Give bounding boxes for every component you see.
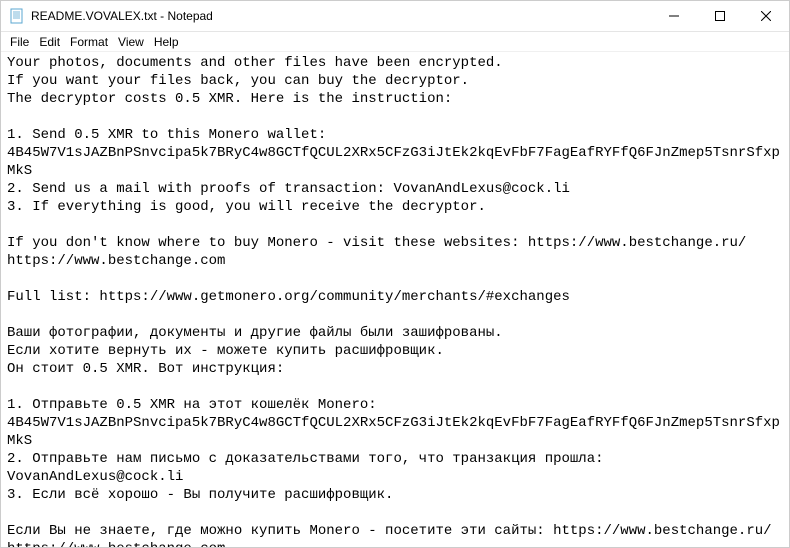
- menu-view[interactable]: View: [113, 35, 149, 49]
- menu-file[interactable]: File: [5, 35, 34, 49]
- text-area[interactable]: Your photos, documents and other files h…: [1, 52, 789, 547]
- maximize-button[interactable]: [697, 1, 743, 31]
- close-button[interactable]: [743, 1, 789, 31]
- menu-format[interactable]: Format: [65, 35, 113, 49]
- menu-help[interactable]: Help: [149, 35, 184, 49]
- window-titlebar: README.VOVALEX.txt - Notepad: [1, 1, 789, 32]
- window-title: README.VOVALEX.txt - Notepad: [31, 9, 213, 23]
- menu-edit[interactable]: Edit: [34, 35, 65, 49]
- notepad-icon: [9, 8, 25, 24]
- menubar: File Edit Format View Help: [1, 32, 789, 52]
- minimize-button[interactable]: [651, 1, 697, 31]
- window-controls: [651, 1, 789, 31]
- titlebar-left: README.VOVALEX.txt - Notepad: [1, 8, 213, 24]
